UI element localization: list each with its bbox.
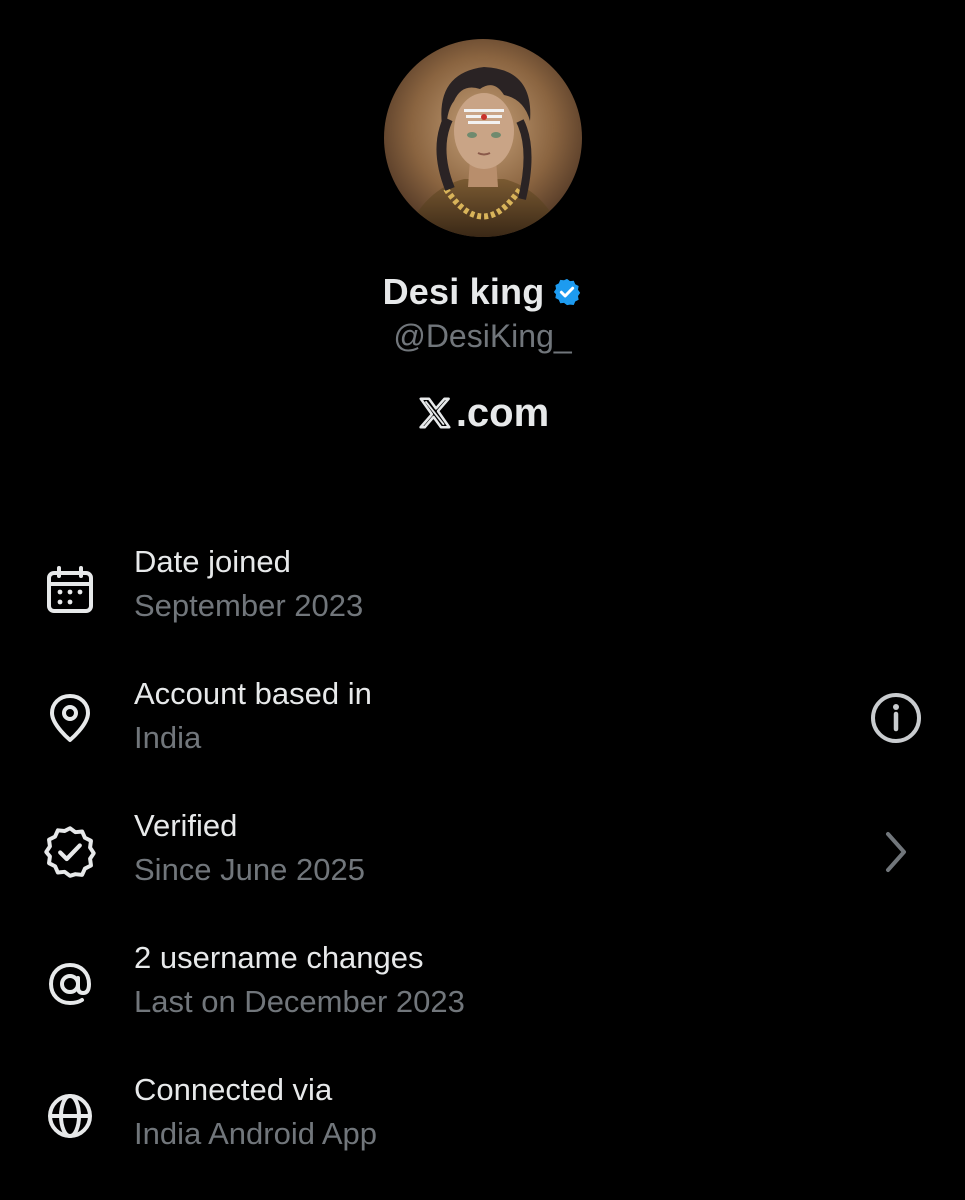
site-label: .com bbox=[0, 386, 965, 440]
x-logo-icon bbox=[416, 394, 454, 432]
location-pin-icon bbox=[42, 690, 98, 746]
chevron-right-icon[interactable] bbox=[866, 822, 926, 882]
info-subtitle: September 2023 bbox=[134, 588, 364, 623]
info-item-username-changes: 2 username changes Last on December 2023 bbox=[0, 940, 965, 1050]
info-item-account-based-in: Account based in India bbox=[0, 676, 965, 786]
calendar-icon bbox=[42, 562, 98, 618]
info-title: 2 username changes bbox=[134, 940, 424, 975]
handle: @DesiKing_ bbox=[393, 318, 572, 354]
info-subtitle: Last on December 2023 bbox=[134, 984, 465, 1019]
info-item-connected-via: Connected via India Android App bbox=[0, 1072, 965, 1182]
info-subtitle: India bbox=[134, 720, 202, 755]
site-text: .com bbox=[455, 390, 550, 435]
info-title: Date joined bbox=[134, 544, 291, 579]
globe-icon bbox=[42, 1088, 98, 1144]
avatar[interactable] bbox=[384, 39, 582, 237]
profile-name-row: Desi king bbox=[0, 268, 965, 316]
verified-badge-icon bbox=[42, 824, 98, 880]
info-icon[interactable] bbox=[866, 688, 926, 748]
display-name: Desi king bbox=[382, 271, 545, 312]
info-item-verified[interactable]: Verified Since June 2025 bbox=[0, 808, 965, 918]
info-title: Verified bbox=[134, 808, 238, 843]
info-title: Account based in bbox=[134, 676, 372, 711]
info-title: Connected via bbox=[134, 1072, 333, 1107]
info-item-date-joined: Date joined September 2023 bbox=[0, 544, 965, 654]
verified-badge-icon[interactable] bbox=[552, 277, 582, 307]
info-subtitle: Since June 2025 bbox=[134, 852, 365, 887]
info-subtitle: India Android App bbox=[134, 1116, 378, 1151]
at-sign-icon bbox=[42, 956, 98, 1012]
